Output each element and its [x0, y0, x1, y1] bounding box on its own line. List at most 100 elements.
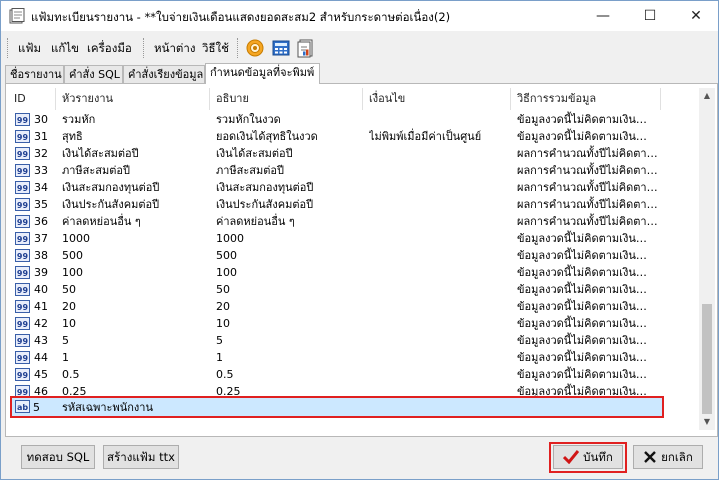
- row-header: เงินสะสมกองทุนต่อปี: [62, 181, 160, 194]
- table-row[interactable]: 99 32 เงินได้สะสมต่อปี เงินได้สะสมต่อปี …: [8, 145, 658, 162]
- menu-tools[interactable]: เครื่องมือ: [87, 40, 132, 58]
- column-header-method[interactable]: วิธีการรวมข้อมูล: [511, 88, 661, 110]
- row-method: ข้อมูลงวดนี้ไม่คิดตามเงิน…: [517, 283, 647, 296]
- row-header: สุทธิ: [62, 130, 83, 143]
- menu-file[interactable]: แฟ้ม: [18, 40, 41, 58]
- row-condition: [369, 213, 509, 230]
- table-row[interactable]: 99 34 เงินสะสมกองทุนต่อปี เงินสะสมกองทุน…: [8, 179, 658, 196]
- table-row[interactable]: 99 41 20 20 ข้อมูลงวดนี้ไม่คิดตามเงิน…: [8, 298, 658, 315]
- row-header[interactable]: รหัสเฉพาะพนักงาน: [62, 399, 222, 416]
- table-row[interactable]: 99 31 สุทธิ ยอดเงินได้สุทธิในงวด ไม่พิมพ…: [8, 128, 658, 145]
- row-method: ข้อมูลงวดนี้ไม่คิดตามเงิน…: [517, 113, 647, 126]
- table-row[interactable]: 99 39 100 100 ข้อมูลงวดนี้ไม่คิดตามเงิน…: [8, 264, 658, 281]
- table-row[interactable]: 99 42 10 10 ข้อมูลงวดนี้ไม่คิดตามเงิน…: [8, 315, 658, 332]
- row-description: ภาษีสะสมต่อปี: [216, 164, 284, 177]
- row-condition: [369, 196, 509, 213]
- toolbar-grip[interactable]: [143, 38, 147, 58]
- print-fields-panel: ID หัวรายงาน อธิบาย เงื่อนไข วิธีการรวมข…: [5, 83, 718, 437]
- tab-print-fields[interactable]: กำหนดข้อมูลที่จะพิมพ์: [205, 63, 320, 84]
- cancel-button-label: ยกเลิก: [661, 450, 693, 464]
- close-button[interactable]: ✕: [673, 1, 719, 31]
- row-id: 38: [34, 249, 48, 262]
- table-row[interactable]: 99 40 50 50 ข้อมูลงวดนี้ไม่คิดตามเงิน…: [8, 281, 658, 298]
- row-header: 1000: [62, 232, 90, 245]
- tab-report-name[interactable]: ชื่อรายงาน: [5, 65, 64, 83]
- scroll-down-arrow[interactable]: ▼: [699, 414, 715, 430]
- refresh-icon[interactable]: [245, 38, 265, 58]
- row-id: 39: [34, 266, 48, 279]
- row-method: ข้อมูลงวดนี้ไม่คิดตามเงิน…: [517, 232, 647, 245]
- row-condition: [369, 162, 509, 179]
- row-id: 5: [33, 401, 40, 414]
- save-button-label: บันทึก: [583, 450, 613, 464]
- table-row[interactable]: 99 30 รวมหัก รวมหักในงวด ข้อมูลงวดนี้ไม่…: [8, 111, 658, 128]
- row-id: 42: [34, 317, 48, 330]
- row-method: ข้อมูลงวดนี้ไม่คิดตามเงิน…: [517, 368, 647, 381]
- row-method: ผลการคำนวณทั้งปีไม่คิดตา…: [517, 215, 658, 228]
- selected-row[interactable]: ab 5 รหัสเฉพาะพนักงาน: [10, 396, 664, 418]
- row-description: 100: [216, 266, 237, 279]
- title-bar: แฟ้มทะเบียนรายงาน - **ใบจ่ายเงินเดือนแสด…: [1, 1, 718, 31]
- scroll-thumb[interactable]: [702, 304, 712, 414]
- row-method: ข้อมูลงวดนี้ไม่คิดตามเงิน…: [517, 300, 647, 313]
- row-method: ข้อมูลงวดนี้ไม่คิดตามเงิน…: [517, 334, 647, 347]
- tab-sort[interactable]: คำสั่งเรียงข้อมูล: [123, 65, 205, 83]
- column-header-title[interactable]: หัวรายงาน: [56, 88, 210, 110]
- row-method: ข้อมูลงวดนี้ไม่คิดตามเงิน…: [517, 249, 647, 262]
- maximize-button[interactable]: ☐: [627, 1, 673, 31]
- calculator-icon[interactable]: [271, 38, 291, 58]
- cancel-button[interactable]: ยกเลิก: [633, 445, 703, 469]
- vertical-scrollbar[interactable]: ▲ ▼: [699, 88, 715, 430]
- tab-sql[interactable]: คำสั่ง SQL: [64, 65, 123, 83]
- row-header: 5: [62, 334, 69, 347]
- report-icon[interactable]: [296, 38, 316, 58]
- save-button[interactable]: บันทึก: [553, 445, 623, 469]
- row-description: เงินประกันสังคมต่อปี: [216, 198, 314, 211]
- toolbar-grip[interactable]: [237, 38, 241, 58]
- row-condition: [369, 230, 509, 247]
- table-row[interactable]: 99 33 ภาษีสะสมต่อปี ภาษีสะสมต่อปี ผลการค…: [8, 162, 658, 179]
- scroll-up-arrow[interactable]: ▲: [699, 88, 715, 104]
- table-row[interactable]: 99 38 500 500 ข้อมูลงวดนี้ไม่คิดตามเงิน…: [8, 247, 658, 264]
- menu-edit[interactable]: แก้ไข: [51, 40, 79, 58]
- row-condition: [369, 349, 509, 366]
- row-condition: [369, 111, 509, 128]
- row-condition: [369, 298, 509, 315]
- menu-help[interactable]: วิธีใช้: [202, 40, 229, 58]
- table-row[interactable]: 99 43 5 5 ข้อมูลงวดนี้ไม่คิดตามเงิน…: [8, 332, 658, 349]
- row-method: ข้อมูลงวดนี้ไม่คิดตามเงิน…: [517, 317, 647, 330]
- column-header-description[interactable]: อธิบาย: [210, 88, 363, 110]
- row-id: 37: [34, 232, 48, 245]
- row-description: 50: [216, 283, 230, 296]
- table-row[interactable]: 99 35 เงินประกันสังคมต่อปี เงินประกันสัง…: [8, 196, 658, 213]
- row-id: 36: [34, 215, 48, 228]
- row-description: 5: [216, 334, 223, 347]
- row-condition: [369, 264, 509, 281]
- column-header-condition[interactable]: เงื่อนไข: [363, 88, 511, 110]
- numeric-field-icon: 99: [15, 351, 30, 364]
- fields-grid[interactable]: ID หัวรายงาน อธิบาย เงื่อนไข วิธีการรวมข…: [8, 88, 698, 428]
- row-description: เงินสะสมกองทุนต่อปี: [216, 181, 314, 194]
- table-row[interactable]: 99 36 ค่าลดหย่อนอื่น ๆ ค่าลดหย่อนอื่น ๆ …: [8, 213, 658, 230]
- table-row[interactable]: 99 37 1000 1000 ข้อมูลงวดนี้ไม่คิดตามเงิ…: [8, 230, 658, 247]
- menu-window[interactable]: หน้าต่าง: [154, 40, 195, 58]
- row-id: 31: [34, 130, 48, 143]
- close-x-icon: [644, 451, 657, 463]
- table-row[interactable]: 99 44 1 1 ข้อมูลงวดนี้ไม่คิดตามเงิน…: [8, 349, 658, 366]
- numeric-field-icon: 99: [15, 198, 30, 211]
- row-description: 500: [216, 249, 237, 262]
- row-id: 33: [34, 164, 48, 177]
- numeric-field-icon: 99: [15, 368, 30, 381]
- numeric-field-icon: 99: [15, 181, 30, 194]
- create-ttx-button[interactable]: สร้างแฟ้ม ttx: [103, 445, 179, 469]
- text-field-icon: ab: [15, 400, 30, 413]
- row-description: 1000: [216, 232, 244, 245]
- numeric-field-icon: 99: [15, 300, 30, 313]
- minimize-button[interactable]: —: [580, 1, 626, 31]
- row-method: ข้อมูลงวดนี้ไม่คิดตามเงิน…: [517, 351, 647, 364]
- toolbar-grip[interactable]: [7, 38, 11, 58]
- test-sql-button[interactable]: ทดสอบ SQL: [21, 445, 95, 469]
- table-row[interactable]: 99 45 0.5 0.5 ข้อมูลงวดนี้ไม่คิดตามเงิน…: [8, 366, 658, 383]
- column-header-id[interactable]: ID: [8, 88, 56, 110]
- row-description: เงินได้สะสมต่อปี: [216, 147, 293, 160]
